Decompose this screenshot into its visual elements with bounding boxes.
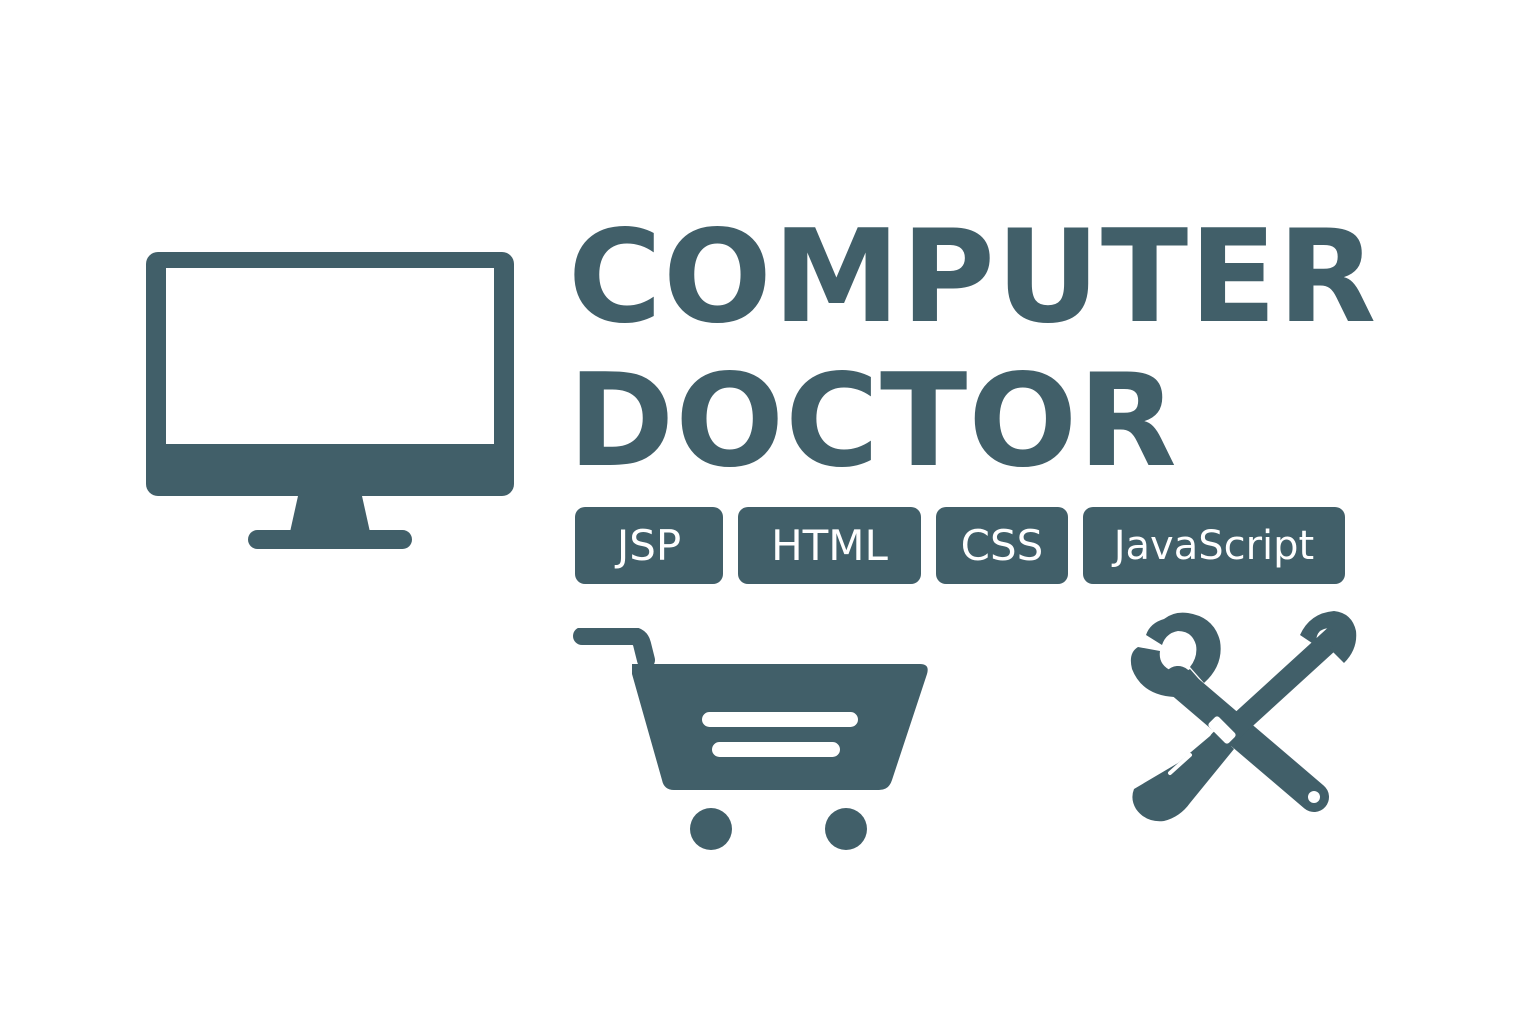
tag-css: CSS: [936, 507, 1068, 584]
tag-html: HTML: [738, 507, 921, 584]
computer-doctor-logo: COMPUTER DOCTOR JSP HTML CSS JavaScript: [0, 0, 1536, 1024]
wrench-screwdriver-icon: [1130, 611, 1357, 822]
tag-jsp: JSP: [575, 507, 723, 584]
title-line-computer: COMPUTER: [568, 203, 1378, 352]
title-line-doctor: DOCTOR: [568, 347, 1178, 496]
tag-javascript: JavaScript: [1083, 507, 1345, 584]
shopping-cart-icon: [573, 628, 928, 850]
monitor-icon: [146, 252, 514, 549]
